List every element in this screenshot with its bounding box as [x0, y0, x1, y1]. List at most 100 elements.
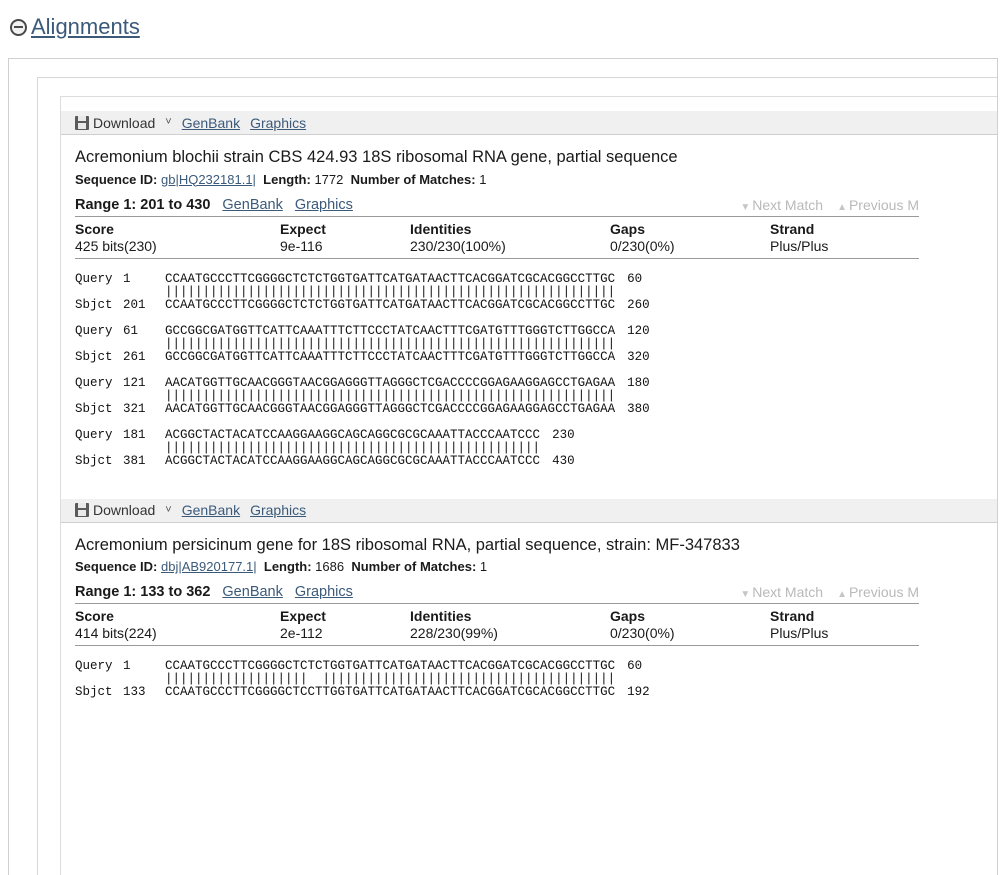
alignment-block: Query 1 CCAATGCCCTTCGGGGCTCTCTGGTGATTCATGA…	[75, 660, 997, 699]
save-floppy-icon[interactable]	[75, 115, 89, 130]
stats-value-expect: 2e-112	[280, 625, 410, 647]
range-genbank-link[interactable]: GenBank	[222, 197, 282, 213]
sbjct-label: Sbjct	[75, 297, 113, 312]
match-navigation: ▼ Next Match ▲ Previous M	[740, 197, 919, 213]
sbjct-end: 260	[627, 297, 650, 312]
chevron-down-icon[interactable]: ˅	[165, 504, 171, 516]
triangle-up-icon: ▲	[837, 589, 847, 601]
alignment-block: Query 121 AACATGGTTGCAACGGGTAACGGAGGGTTAGG…	[75, 375, 997, 416]
query-start: 1	[123, 271, 131, 286]
alignments-section-header: Alignments	[0, 0, 1000, 39]
query-end: 230	[552, 427, 575, 442]
previous-match-button[interactable]: ▲ Previous M	[837, 584, 919, 600]
range-genbank-link[interactable]: GenBank	[222, 584, 282, 600]
sbjct-start: 201	[123, 297, 146, 312]
stats-value-row: 414 bits(224) 2e-112 228/230(99%) 0/230(…	[75, 625, 919, 647]
midline: ||||||||||||||||||||||||||||||||||||||||…	[75, 440, 997, 455]
alignment-sequence-area: Query 1 CCAATGCCCTTCGGGGCTCTCTGGTGATTCATGA…	[75, 660, 997, 699]
matches-label: Number of Matches:	[350, 171, 476, 187]
record-title: Acremonium blochii strain CBS 424.93 18S…	[75, 148, 678, 166]
matches-value: 1	[479, 171, 487, 187]
next-match-label: Next Match	[752, 584, 824, 601]
sbjct-start: 133	[123, 685, 146, 700]
record-meta: Sequence ID: gb|HQ232181.1| Length: 1772…	[75, 172, 997, 187]
alignments-scroll-area[interactable]: Download ˅ GenBank Graphics Acremonium b…	[60, 96, 997, 875]
genbank-link[interactable]: GenBank	[182, 502, 240, 518]
alignment-records-list: Download ˅ GenBank Graphics Acremonium b…	[61, 111, 997, 722]
midline: ||||||||||||||||||||||||||||||||||||||||…	[75, 285, 997, 299]
graphics-link[interactable]: Graphics	[250, 502, 306, 518]
previous-match-label: Previous M	[848, 196, 919, 213]
triangle-down-icon: ▼	[740, 589, 751, 601]
stats-header-score: Score	[75, 220, 114, 237]
next-match-button[interactable]: ▼ Next Match	[740, 197, 823, 213]
sequence-id-link[interactable]: dbj|AB920177.1|	[161, 559, 257, 574]
range-graphics-link[interactable]: Graphics	[295, 197, 353, 213]
sbjct-sequence: AACATGGTTGCAACGGGTAACGGAGGGTTAGGGCTCGACC…	[165, 401, 616, 416]
range-graphics-link[interactable]: Graphics	[295, 584, 353, 600]
query-label: Query	[75, 271, 113, 286]
sbjct-line: Sbjct 261 GCCGGCGATGGTTCATTCAAATTTCTTCCCTA…	[75, 349, 997, 364]
query-start: 121	[123, 375, 146, 390]
alignment-record: Download ˅ GenBank Graphics Acremonium p…	[61, 498, 997, 723]
stats-value-gaps: 0/230(0%)	[610, 625, 770, 647]
midline-bars: ||||||||||||||||||||||||||||||||||||||||…	[165, 336, 616, 351]
minus-circle-icon[interactable]	[10, 18, 27, 36]
query-line: Query 1 CCAATGCCCTTCGGGGCTCTCTGGTGATTCATGA…	[75, 271, 997, 286]
midline-bars: ||||||||||||||||||||||||||||||||||||||||…	[165, 440, 541, 455]
matches-label: Number of Matches:	[351, 559, 477, 575]
stats-value-gaps: 0/230(0%)	[610, 237, 770, 259]
range-label: Range 1: 201 to 430	[75, 196, 211, 213]
save-floppy-icon[interactable]	[75, 503, 89, 518]
triangle-down-icon: ▼	[740, 201, 751, 213]
sequence-id-link[interactable]: gb|HQ232181.1|	[161, 172, 256, 187]
stats-value-expect: 9e-116	[280, 237, 410, 259]
query-end: 120	[627, 323, 650, 338]
alignment-block: Query 61 GCCGGCGATGGTTCATTCAAATTTCTTCCCTAT…	[75, 323, 997, 364]
stats-header-score: Score	[75, 608, 114, 625]
sbjct-label: Sbjct	[75, 453, 113, 468]
graphics-link[interactable]: Graphics	[250, 115, 306, 131]
sbjct-end: 320	[627, 349, 650, 364]
page-title[interactable]: Alignments	[31, 14, 140, 40]
stats-header-expect: Expect	[280, 608, 326, 625]
midline: ||||||||||||||||||||||||||||||||||||||||…	[75, 388, 997, 403]
length-label: Length:	[263, 559, 312, 575]
genbank-link[interactable]: GenBank	[182, 115, 240, 131]
stats-value-score: 414 bits(224)	[75, 625, 280, 647]
query-line: Query 181 ACGGCTACTACATCCAAGGAAGGCAGCAGGCG…	[75, 427, 997, 442]
matches-value: 1	[479, 559, 488, 575]
stats-value-identities: 230/230(100%)	[410, 237, 610, 259]
chevron-down-icon[interactable]: ˅	[165, 117, 171, 128]
download-button[interactable]: Download	[93, 115, 155, 131]
record-toolbar: Download ˅ GenBank Graphics	[61, 111, 997, 135]
sbjct-start: 321	[123, 401, 146, 416]
record-body: Acremonium persicinum gene for 18S ribos…	[61, 523, 997, 723]
stats-header-strand: Strand	[770, 608, 815, 625]
sbjct-end: 380	[627, 401, 650, 416]
download-button[interactable]: Download	[93, 502, 155, 518]
next-match-button[interactable]: ▼ Next Match	[740, 584, 823, 600]
stats-header-expect: Expect	[280, 220, 326, 237]
sbjct-label: Sbjct	[75, 349, 113, 364]
previous-match-button[interactable]: ▲ Previous M	[837, 197, 919, 213]
stats-value-identities: 228/230(99%)	[410, 625, 610, 647]
query-label: Query	[75, 427, 113, 442]
sbjct-label: Sbjct	[75, 685, 113, 700]
midline-bars: ||||||||||||||||||||||||||||||||||||||||…	[165, 388, 616, 403]
query-start: 181	[123, 427, 146, 442]
stats-value-row: 425 bits(230) 9e-116 230/230(100%) 0/230…	[75, 237, 919, 259]
range-label: Range 1: 133 to 362	[75, 584, 211, 601]
query-label: Query	[75, 375, 113, 390]
length-value: 1686	[315, 559, 345, 575]
outer-frame: Download ˅ GenBank Graphics Acremonium b…	[8, 58, 998, 875]
query-sequence: ACGGCTACTACATCCAAGGAAGGCAGCAGGCGCGCAAATT…	[165, 427, 541, 442]
stats-header-gaps: Gaps	[610, 220, 646, 237]
midline: ||||||||||||||||||||||||||||||||||||||||…	[75, 336, 997, 351]
stats-header-identities: Identities	[410, 608, 472, 625]
alignment-record: Download ˅ GenBank Graphics Acremonium b…	[61, 111, 997, 491]
alignment-block: Query 181 ACGGCTACTACATCCAAGGAAGGCAGCAGGCG…	[75, 427, 997, 468]
match-navigation: ▼ Next Match ▲ Previous M	[740, 584, 919, 600]
sbjct-line: Sbjct 133 CCAATGCCCTTCGGGGCTCCTTGGTGATTCAT…	[75, 686, 997, 699]
stats-value-strand: Plus/Plus	[770, 237, 919, 259]
